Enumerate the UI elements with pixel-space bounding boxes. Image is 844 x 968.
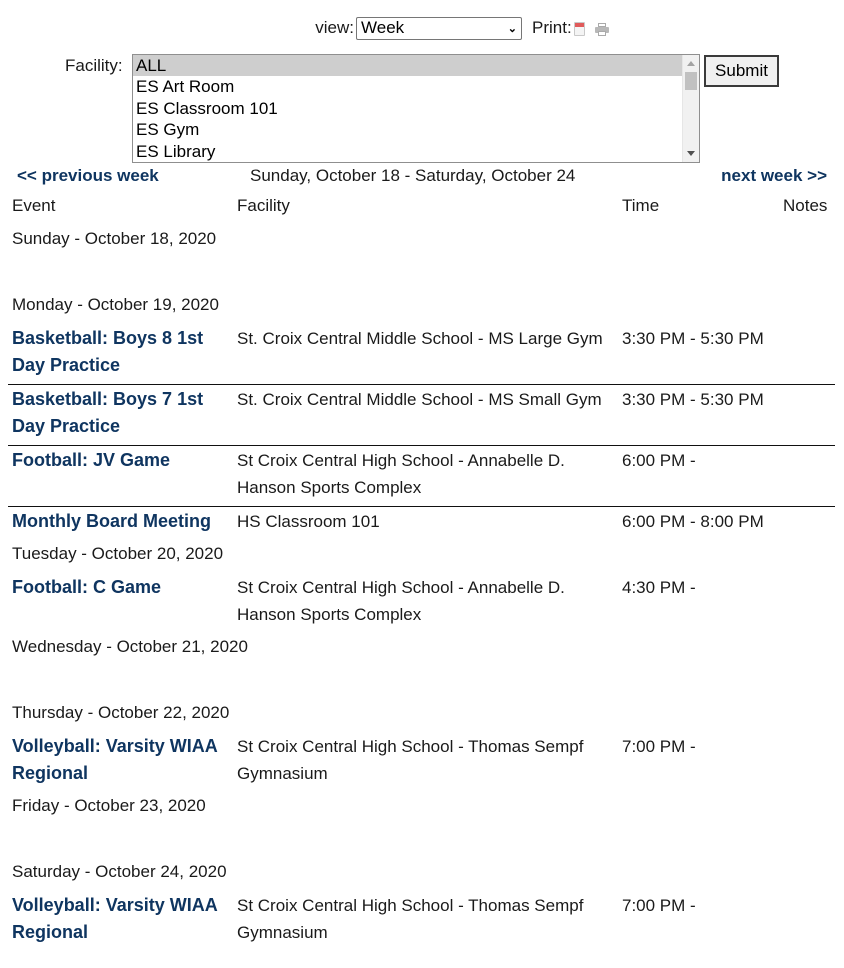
facility-option[interactable]: ES Art Room xyxy=(133,76,699,97)
event-row: Volleyball: Varsity WIAA Regional St Cro… xyxy=(8,733,835,791)
view-toolbar: view: Week ⌄ Print: xyxy=(0,16,844,40)
event-facility: St Croix Central High School - Thomas Se… xyxy=(237,896,584,942)
event-row: Monthly Board Meeting HS Classroom 101 6… xyxy=(8,508,835,538)
event-facility: St. Croix Central Middle School - MS Sma… xyxy=(237,390,602,409)
pdf-icon[interactable] xyxy=(573,22,585,36)
day-header: Tuesday - October 20, 2020 xyxy=(12,544,224,563)
view-select-value: Week xyxy=(361,18,405,37)
event-facility: St. Croix Central Middle School - MS Lar… xyxy=(237,329,603,348)
day-header: Saturday - October 24, 2020 xyxy=(12,862,227,881)
print-label: Print: xyxy=(532,18,572,37)
event-row: Basketball: Boys 8 1st Day Practice St. … xyxy=(8,325,835,385)
event-facility: St Croix Central High School - Annabelle… xyxy=(237,578,565,624)
facility-option[interactable]: ES Gym xyxy=(133,119,699,140)
event-row: Volleyball: Varsity WIAA Regional St Cro… xyxy=(8,892,835,950)
facility-option[interactable]: ES Library xyxy=(133,141,699,162)
event-title-link[interactable]: Volleyball: Varsity WIAA Regional xyxy=(12,892,234,946)
view-select[interactable]: Week ⌄ xyxy=(356,16,523,40)
event-title-link[interactable]: Basketball: Boys 7 1st Day Practice xyxy=(12,386,234,440)
submit-button[interactable]: Submit xyxy=(704,55,779,87)
scroll-down-arrow-icon[interactable] xyxy=(687,151,695,156)
event-title-link[interactable]: Monthly Board Meeting xyxy=(12,508,252,535)
event-title-link[interactable]: Basketball: Boys 8 1st Day Practice xyxy=(12,325,234,379)
event-time: 6:00 PM - xyxy=(622,451,696,470)
event-title-link[interactable]: Volleyball: Varsity WIAA Regional xyxy=(12,733,234,787)
week-range: Sunday, October 18 - Saturday, October 2… xyxy=(250,166,576,185)
printer-icon[interactable] xyxy=(594,22,609,36)
event-facility: St Croix Central High School - Annabelle… xyxy=(237,451,565,497)
day-header: Thursday - October 22, 2020 xyxy=(12,703,230,722)
column-header-notes: Notes xyxy=(783,196,828,215)
day-header: Wednesday - October 21, 2020 xyxy=(12,637,248,656)
event-time: 7:00 PM - xyxy=(622,737,696,756)
event-title-link[interactable]: Football: C Game xyxy=(12,574,234,601)
event-time: 3:30 PM - 5:30 PM xyxy=(622,329,764,348)
column-header-time: Time xyxy=(622,196,660,215)
facility-scrollbar[interactable] xyxy=(682,55,699,162)
event-time: 6:00 PM - 8:00 PM xyxy=(622,512,764,531)
event-facility: HS Classroom 101 xyxy=(237,512,380,531)
view-label: view: xyxy=(315,18,355,37)
day-header: Friday - October 23, 2020 xyxy=(12,796,206,815)
event-time: 7:00 PM - xyxy=(622,896,696,915)
facility-option[interactable]: ALL xyxy=(133,55,699,77)
event-time: 4:30 PM - xyxy=(622,578,696,597)
week-navigation: << previous week Sunday, October 18 - Sa… xyxy=(0,166,844,188)
facility-listbox[interactable]: ALL ES Art Room ES Classroom 101 ES Gym … xyxy=(132,54,700,163)
event-facility: St Croix Central High School - Thomas Se… xyxy=(237,737,584,783)
day-header: Sunday - October 18, 2020 xyxy=(12,229,217,248)
previous-week-link[interactable]: << previous week xyxy=(17,166,159,186)
event-row: Basketball: Boys 7 1st Day Practice St. … xyxy=(8,386,835,446)
scrollbar-thumb[interactable] xyxy=(685,72,697,90)
chevron-down-icon: ⌄ xyxy=(507,22,518,35)
event-row: Football: JV Game St Croix Central High … xyxy=(8,447,835,507)
next-week-link[interactable]: next week >> xyxy=(721,166,827,186)
day-header: Monday - October 19, 2020 xyxy=(12,295,219,314)
facility-label: Facility: xyxy=(65,56,123,75)
scroll-up-arrow-icon[interactable] xyxy=(687,61,695,66)
event-title-link[interactable]: Football: JV Game xyxy=(12,447,234,474)
event-row: Football: C Game St Croix Central High S… xyxy=(8,574,835,632)
column-header-facility: Facility xyxy=(237,196,290,215)
facility-option[interactable]: ES Classroom 101 xyxy=(133,98,699,119)
event-time: 3:30 PM - 5:30 PM xyxy=(622,390,764,409)
column-header-event: Event xyxy=(12,196,56,215)
